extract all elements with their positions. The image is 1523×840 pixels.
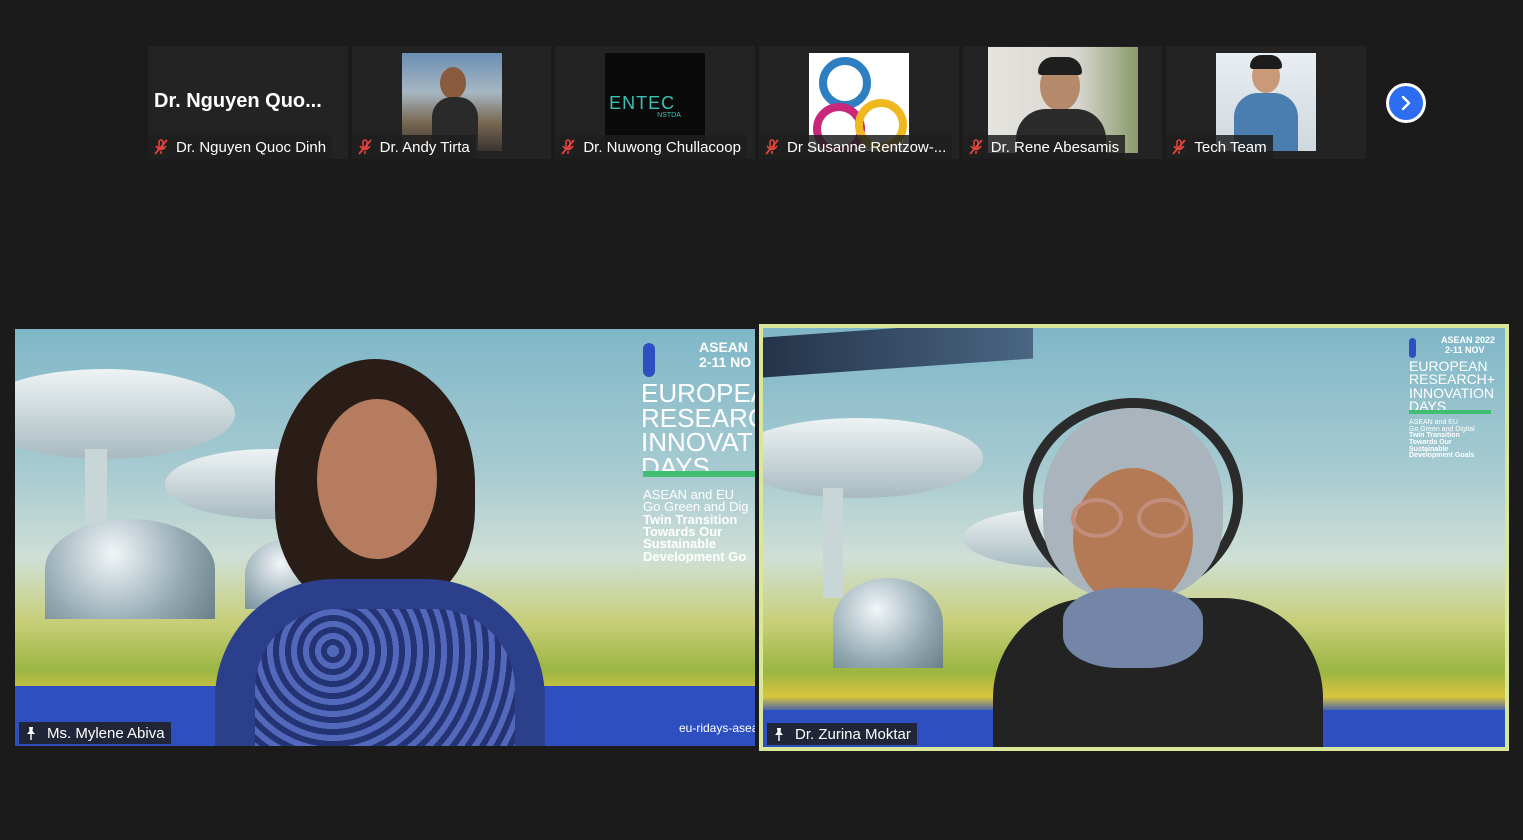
scene-dome <box>45 519 215 619</box>
poster-bold-line: Development Go <box>643 548 747 564</box>
poster-green-bar <box>643 471 755 477</box>
poster-title: EUROPEA RESEARC INNOVATIO DAYS <box>641 381 755 480</box>
participant-tile[interactable]: Tech Team <box>1166 46 1367 159</box>
participant-name: Dr. Nuwong Chullacoop <box>583 138 741 156</box>
scene-stem <box>823 488 843 598</box>
next-page-button[interactable] <box>1386 83 1426 123</box>
participant-name-label: Dr. Andy Tirta <box>351 135 476 159</box>
speaker-name-label: Ms. Mylene Abiva <box>19 722 171 744</box>
pin-icon <box>775 728 783 741</box>
poster-bold-line: Development Goals <box>1409 452 1475 460</box>
participant-name-label: Dr. Nuwong Chullacoop <box>555 135 747 159</box>
poster-subtitle: ASEAN and EU Go Green and Dig Twin Trans… <box>643 489 755 563</box>
poster-dates: 2-11 NO <box>699 354 752 370</box>
muted-mic-icon <box>967 138 985 156</box>
speaker-name: Ms. Mylene Abiva <box>47 724 165 742</box>
speaker-name: Dr. Zurina Moktar <box>795 725 911 743</box>
poster-title-line: EUROPEA <box>641 381 755 408</box>
participant-tile[interactable]: Dr. Rene Abesamis <box>962 46 1163 159</box>
participant-gallery: Dr. Nguyen Quo... Dr. Nguyen Quoc Dinh D… <box>148 46 1370 159</box>
participant-name: Dr. Nguyen Quoc Dinh <box>176 138 327 156</box>
participant-name: Dr. Rene Abesamis <box>990 138 1120 156</box>
participant-tile[interactable]: Dr. Andy Tirta <box>351 46 552 159</box>
poster-title: EUROPEAN RESEARCH+ INNOVATION DAYS <box>1409 359 1495 413</box>
muted-mic-icon <box>559 138 577 156</box>
scene-dome <box>833 578 943 668</box>
speaker-video-left[interactable]: ASEAN 2-11 NO EUROPEA RESEARC INNOVATIO … <box>15 329 755 746</box>
participant-name: Tech Team <box>1194 138 1267 156</box>
muted-mic-icon <box>356 138 374 156</box>
participant-tile[interactable]: Dr Susanne Rentzow-... <box>759 46 959 159</box>
participant-name-label: Dr. Nguyen Quoc Dinh <box>148 135 333 159</box>
participant-big-name: Dr. Nguyen Quo... <box>154 90 322 112</box>
poster-badge <box>643 343 655 377</box>
muted-mic-icon <box>763 138 781 156</box>
poster-badge <box>1409 338 1416 358</box>
participant-name-label: Dr Susanne Rentzow-... <box>759 135 953 159</box>
logo-subtext: NSTDA <box>657 112 681 119</box>
participant-name-label: Dr. Rene Abesamis <box>962 135 1126 159</box>
poster-url: eu-ridays-asea <box>679 721 755 735</box>
chevron-right-icon <box>1401 95 1411 111</box>
speaker-figure <box>993 388 1323 747</box>
participant-name-label: Tech Team <box>1166 135 1273 159</box>
speaker-name-label: Dr. Zurina Moktar <box>767 723 917 745</box>
muted-mic-icon <box>1170 138 1188 156</box>
participant-name: Dr Susanne Rentzow-... <box>787 138 947 156</box>
poster-header: ASEAN 2-11 NO <box>643 339 753 381</box>
speaker-video-right[interactable]: ASEAN 2022 2-11 NOV EUROPEAN RESEARCH+ I… <box>759 324 1509 751</box>
poster-green-bar <box>1409 410 1491 414</box>
poster-subtitle: ASEAN and EU Go Green and Digital Twin T… <box>1409 419 1475 460</box>
muted-mic-icon <box>152 138 170 156</box>
participant-tile[interactable]: Dr. Nguyen Quo... Dr. Nguyen Quoc Dinh <box>148 46 348 159</box>
poster-dates: 2-11 NOV <box>1445 345 1485 355</box>
poster-event: ASEAN <box>699 339 749 355</box>
pin-icon <box>27 727 35 740</box>
participant-name: Dr. Andy Tirta <box>379 138 470 156</box>
logo-text: ENTEC <box>609 93 676 113</box>
poster-event: ASEAN 2022 <box>1441 335 1496 345</box>
speaker-figure <box>215 359 565 746</box>
participant-tile[interactable]: ENTEC NSTDA Dr. Nuwong Chullacoop <box>555 46 756 159</box>
